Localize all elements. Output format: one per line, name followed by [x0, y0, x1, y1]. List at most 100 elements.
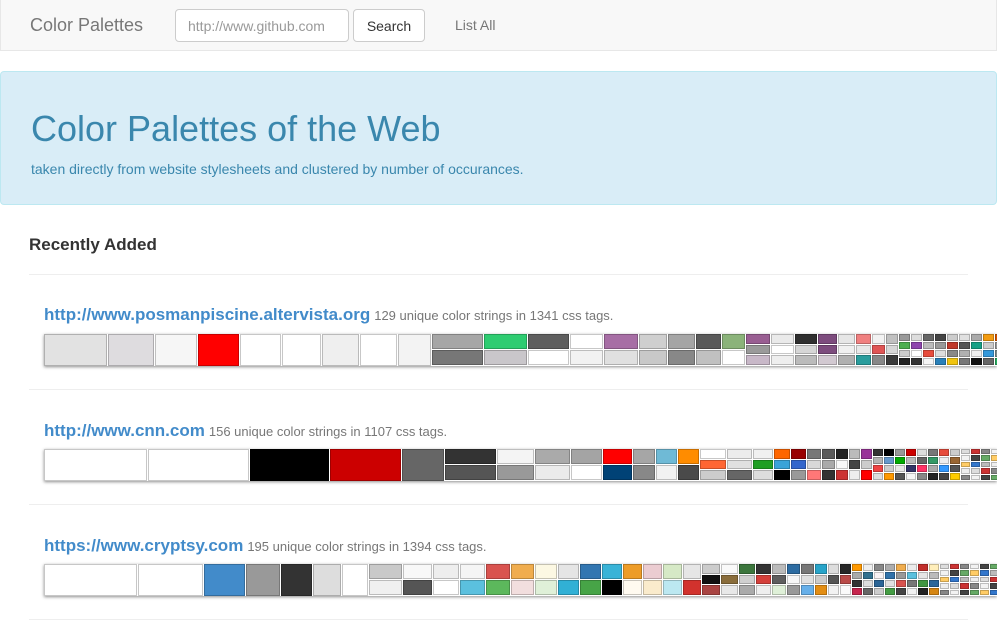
color-swatch[interactable]: [856, 344, 871, 355]
color-swatch[interactable]: [961, 474, 970, 480]
color-swatch[interactable]: [863, 588, 873, 595]
color-swatch[interactable]: [727, 459, 752, 470]
color-swatch[interactable]: [950, 473, 960, 480]
color-palette-strip[interactable]: [44, 564, 997, 596]
color-swatch[interactable]: [950, 564, 959, 570]
color-swatch[interactable]: [863, 572, 873, 579]
color-swatch[interactable]: [772, 585, 786, 595]
color-swatch[interactable]: [795, 334, 817, 344]
color-swatch[interactable]: [935, 342, 946, 349]
color-swatch[interactable]: [971, 358, 982, 365]
color-swatch[interactable]: [990, 589, 997, 595]
color-swatch[interactable]: [971, 468, 980, 474]
color-swatch[interactable]: [739, 585, 755, 595]
color-swatch[interactable]: [721, 564, 738, 574]
color-swatch[interactable]: [460, 580, 485, 595]
color-swatch[interactable]: [633, 465, 655, 480]
color-swatch[interactable]: [486, 580, 510, 595]
color-swatch[interactable]: [940, 564, 949, 570]
color-swatch[interactable]: [815, 585, 827, 595]
color-swatch[interactable]: [917, 465, 927, 472]
color-swatch[interactable]: [604, 334, 638, 349]
color-swatch[interactable]: [960, 589, 969, 595]
color-swatch[interactable]: [484, 350, 527, 365]
color-swatch[interactable]: [899, 334, 910, 341]
color-swatch[interactable]: [906, 465, 916, 472]
color-swatch[interactable]: [643, 564, 662, 579]
color-swatch[interactable]: [950, 449, 960, 456]
color-swatch[interactable]: [807, 459, 821, 470]
color-swatch[interactable]: [906, 457, 916, 464]
color-swatch[interactable]: [947, 342, 958, 349]
color-swatch[interactable]: [950, 570, 959, 576]
color-swatch[interactable]: [872, 344, 885, 355]
color-swatch[interactable]: [895, 457, 905, 464]
color-swatch[interactable]: [204, 564, 245, 596]
color-swatch[interactable]: [923, 358, 934, 365]
color-swatch[interactable]: [929, 572, 939, 579]
color-swatch[interactable]: [639, 350, 667, 365]
color-swatch[interactable]: [990, 570, 997, 576]
color-swatch[interactable]: [756, 574, 771, 585]
color-swatch[interactable]: [787, 564, 800, 574]
color-swatch[interactable]: [884, 457, 894, 464]
color-swatch[interactable]: [702, 585, 720, 595]
search-button[interactable]: Search: [353, 9, 425, 42]
color-swatch[interactable]: [511, 564, 534, 579]
color-swatch[interactable]: [971, 334, 982, 341]
color-swatch[interactable]: [756, 564, 771, 574]
color-swatch[interactable]: [959, 334, 970, 341]
color-swatch[interactable]: [801, 564, 814, 574]
color-swatch[interactable]: [774, 449, 790, 459]
color-swatch[interactable]: [917, 457, 927, 464]
color-swatch[interactable]: [771, 334, 794, 344]
color-swatch[interactable]: [398, 334, 431, 366]
color-swatch[interactable]: [981, 455, 990, 461]
color-swatch[interactable]: [861, 459, 872, 470]
color-swatch[interactable]: [433, 564, 459, 579]
color-swatch[interactable]: [484, 334, 527, 349]
color-swatch[interactable]: [918, 580, 928, 587]
color-swatch[interactable]: [815, 564, 827, 574]
color-swatch[interactable]: [828, 574, 839, 585]
color-swatch[interactable]: [959, 350, 970, 357]
color-swatch[interactable]: [849, 449, 860, 459]
color-swatch[interactable]: [971, 461, 980, 468]
color-swatch[interactable]: [791, 449, 806, 459]
color-swatch[interactable]: [895, 449, 905, 456]
color-swatch[interactable]: [818, 334, 837, 344]
color-swatch[interactable]: [603, 449, 632, 464]
color-swatch[interactable]: [990, 576, 997, 583]
color-swatch[interactable]: [863, 580, 873, 587]
color-swatch[interactable]: [571, 449, 602, 464]
color-swatch[interactable]: [683, 564, 701, 579]
color-swatch[interactable]: [852, 588, 862, 595]
color-swatch[interactable]: [899, 358, 910, 365]
site-url-link[interactable]: http://www.posmanpiscine.altervista.org: [44, 305, 370, 324]
color-swatch[interactable]: [886, 355, 898, 365]
color-swatch[interactable]: [822, 459, 835, 470]
color-swatch[interactable]: [486, 564, 510, 579]
site-url-link[interactable]: http://www.cnn.com: [44, 421, 205, 440]
color-swatch[interactable]: [939, 449, 949, 456]
color-swatch[interactable]: [961, 455, 970, 461]
color-swatch[interactable]: [668, 334, 695, 349]
color-swatch[interactable]: [403, 580, 432, 595]
color-swatch[interactable]: [895, 473, 905, 480]
color-swatch[interactable]: [896, 580, 906, 587]
color-swatch[interactable]: [402, 449, 444, 481]
color-swatch[interactable]: [702, 564, 720, 574]
color-swatch[interactable]: [445, 465, 496, 480]
color-swatch[interactable]: [403, 564, 432, 579]
color-swatch[interactable]: [884, 465, 894, 472]
color-swatch[interactable]: [980, 583, 989, 589]
color-swatch[interactable]: [983, 342, 994, 349]
color-swatch[interactable]: [896, 588, 906, 595]
color-swatch[interactable]: [907, 564, 917, 571]
color-swatch[interactable]: [603, 465, 632, 480]
color-swatch[interactable]: [923, 342, 934, 349]
color-swatch[interactable]: [991, 474, 997, 480]
color-swatch[interactable]: [801, 585, 814, 595]
color-swatch[interactable]: [884, 473, 894, 480]
color-swatch[interactable]: [861, 470, 872, 480]
